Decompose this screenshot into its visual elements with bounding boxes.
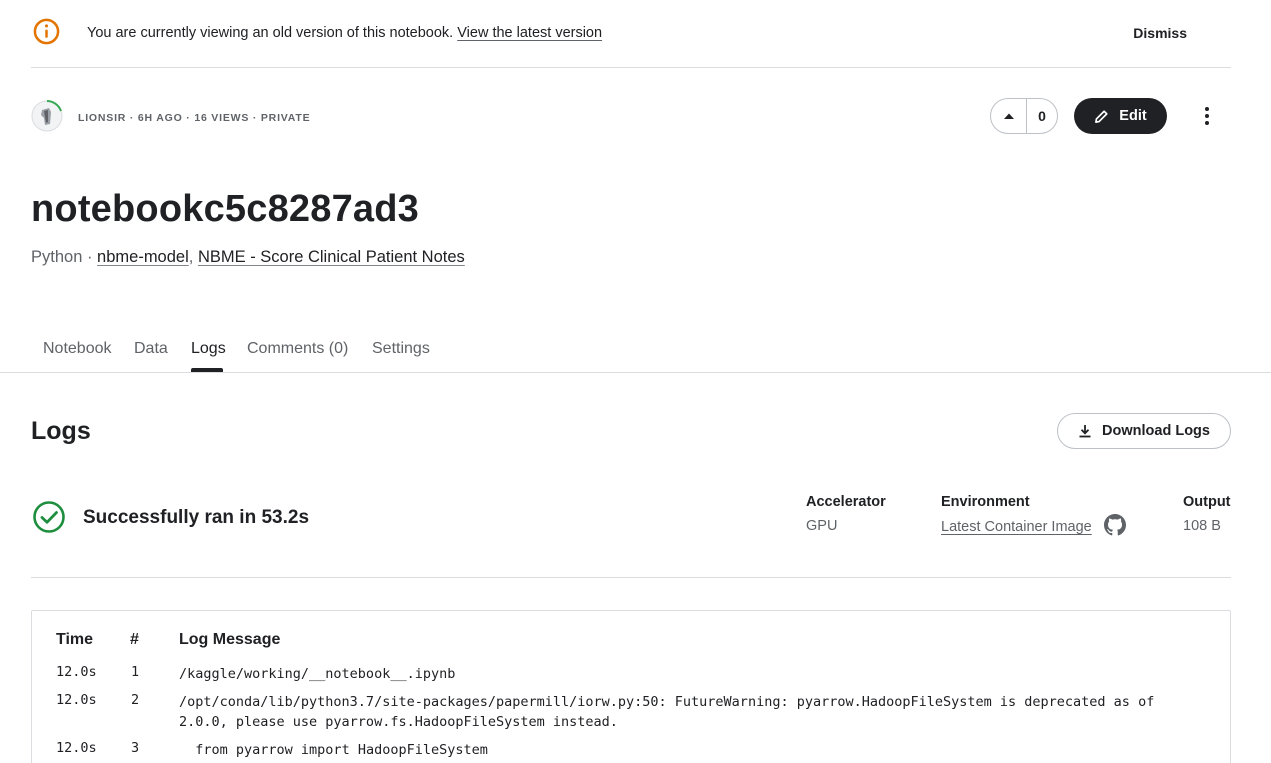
banner-message: You are currently viewing an old version… xyxy=(87,25,602,41)
log-number: 1 xyxy=(131,664,140,680)
log-table[interactable]: Time # Log Message 12.0s 1 /kaggle/worki… xyxy=(31,610,1231,763)
upvote-button[interactable] xyxy=(991,99,1027,133)
output-stat: Output 108 B xyxy=(1183,494,1231,534)
environment-link[interactable]: Latest Container Image xyxy=(941,519,1092,535)
number-header: # xyxy=(130,631,139,648)
tab-data[interactable]: Data xyxy=(134,340,168,358)
arrow-up-icon xyxy=(1003,113,1014,119)
accelerator-value: GPU xyxy=(806,518,838,534)
time-header: Time xyxy=(56,631,94,648)
download-logs-label: Download Logs xyxy=(1102,423,1210,439)
language-label: Python · xyxy=(31,248,98,266)
output-value: 108 B xyxy=(1183,518,1221,534)
dismiss-button[interactable]: Dismiss xyxy=(1133,25,1187,41)
logs-heading: Logs xyxy=(31,417,91,445)
page-title: notebookc5c8287ad3 xyxy=(31,188,419,230)
log-message: from pyarrow import HadoopFileSystem xyxy=(179,742,488,758)
more-vert-icon[interactable] xyxy=(1196,104,1218,128)
github-icon[interactable] xyxy=(1103,514,1126,536)
info-icon xyxy=(33,18,60,45)
edit-label: Edit xyxy=(1119,108,1147,124)
active-tab-indicator xyxy=(191,368,223,372)
message-header: Log Message xyxy=(179,631,281,648)
banner-text: You are currently viewing an old version… xyxy=(87,25,454,41)
tab-bar: Notebook Data Logs Comments (0) Settings xyxy=(0,330,1271,373)
environment-value: Latest Container Image xyxy=(941,514,1126,536)
tab-settings[interactable]: Settings xyxy=(372,340,430,358)
log-message: /opt/conda/lib/python3.7/site-packages/p… xyxy=(179,694,1163,730)
tab-logs[interactable]: Logs xyxy=(191,340,226,358)
data-source-link-2[interactable]: NBME - Score Clinical Patient Notes xyxy=(198,248,465,266)
log-message: /kaggle/working/__notebook__.ipynb xyxy=(179,666,456,682)
check-circle-icon xyxy=(33,501,65,533)
notebook-subtitle: Python · nbme-model, NBME - Score Clinic… xyxy=(31,248,465,267)
download-logs-button[interactable]: Download Logs xyxy=(1057,413,1231,449)
data-source-link-1[interactable]: nbme-model xyxy=(97,248,189,266)
upvote-control: 0 xyxy=(990,98,1058,134)
vote-count: 0 xyxy=(1038,108,1046,124)
accelerator-stat: Accelerator GPU xyxy=(806,494,886,534)
tab-comments[interactable]: Comments (0) xyxy=(247,340,348,358)
avatar[interactable] xyxy=(31,100,63,132)
log-time: 12.0s xyxy=(56,740,97,756)
download-icon xyxy=(1079,425,1091,438)
view-latest-version-link[interactable]: View the latest version xyxy=(457,25,602,41)
status-text: Successfully ran in 53.2s xyxy=(83,507,310,528)
pencil-icon xyxy=(1095,109,1108,123)
log-number: 2 xyxy=(131,692,140,708)
old-version-banner: You are currently viewing an old version… xyxy=(31,0,1231,68)
edit-button[interactable]: Edit xyxy=(1074,98,1167,134)
source-separator: , xyxy=(188,248,198,266)
run-status: Successfully ran in 53.2s Accelerator GP… xyxy=(31,490,1231,578)
log-number: 3 xyxy=(131,740,140,756)
output-label: Output xyxy=(1183,494,1231,510)
accelerator-label: Accelerator xyxy=(806,494,886,510)
log-time: 12.0s xyxy=(56,664,97,680)
tab-notebook[interactable]: Notebook xyxy=(43,340,112,358)
notebook-meta: LIONSIR · 6H AGO · 16 VIEWS · PRIVATE xyxy=(78,112,311,124)
environment-label: Environment xyxy=(941,494,1030,510)
environment-stat: Environment Latest Container Image xyxy=(941,494,1126,536)
log-time: 12.0s xyxy=(56,692,97,708)
